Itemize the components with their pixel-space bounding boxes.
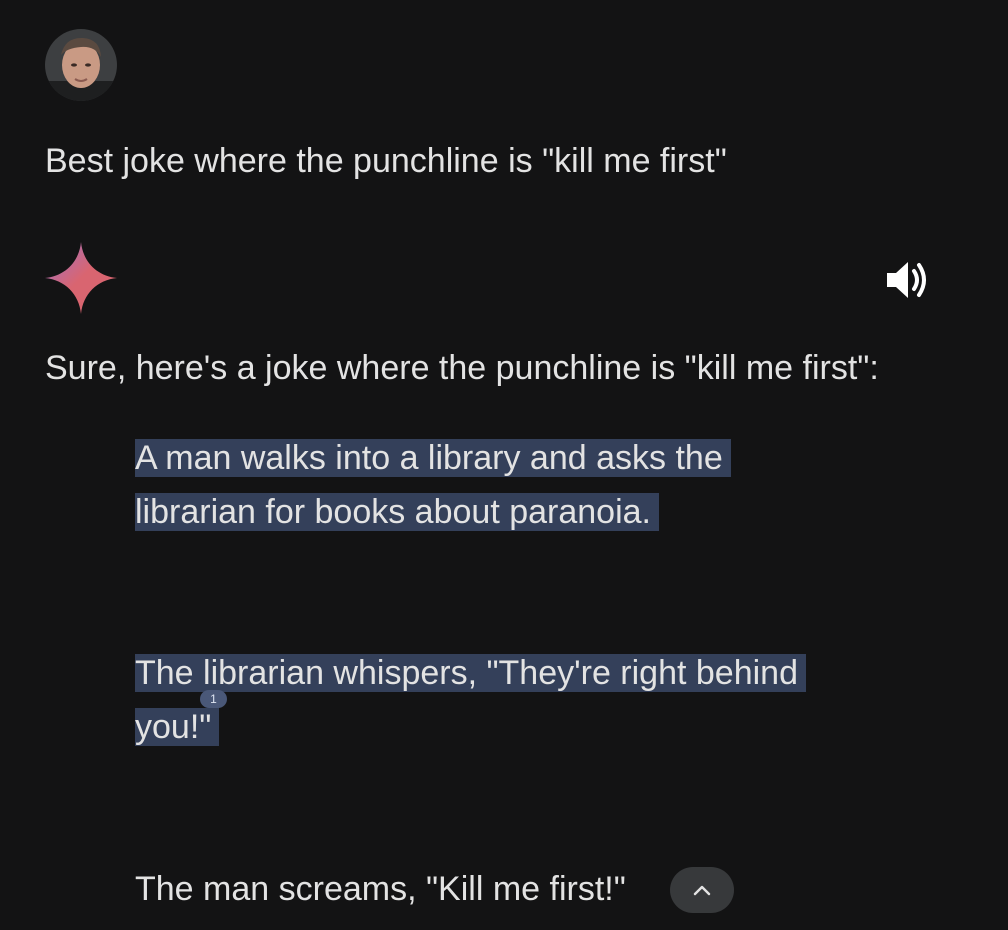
highlighted-line: librarian for books about paranoia. [135, 493, 659, 531]
avatar[interactable] [45, 29, 117, 101]
gemini-sparkle-icon [45, 242, 117, 314]
highlighted-line: you!" [135, 708, 220, 746]
chevron-up-icon [693, 885, 711, 896]
collapse-button[interactable] [670, 867, 734, 913]
response-intro-text: Sure, here's a joke where the punchline … [45, 349, 879, 387]
user-prompt-text: Best joke where the punchline is "kill m… [45, 142, 727, 180]
user-avatar-icon [45, 29, 117, 101]
punchline-text: The man screams, "Kill me first!" [135, 870, 626, 908]
joke-paragraph-3: The man screams, "Kill me first!" [135, 862, 626, 916]
speaker-icon [887, 262, 926, 298]
listen-button[interactable] [880, 252, 936, 308]
joke-paragraph-1: A man walks into a library and asks the … [135, 431, 731, 539]
highlighted-line: A man walks into a library and asks the [135, 439, 731, 477]
citation-chip[interactable]: 1 [200, 690, 227, 708]
highlighted-line: The librarian whispers, "They're right b… [135, 654, 806, 692]
joke-paragraph-2: The librarian whispers, "They're right b… [135, 646, 806, 754]
